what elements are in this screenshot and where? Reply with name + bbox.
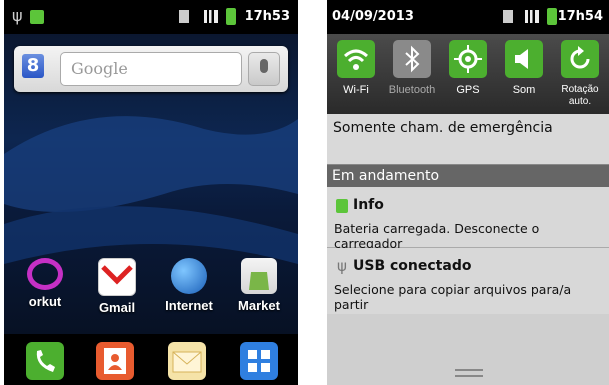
signal-icon bbox=[525, 10, 539, 23]
app-market[interactable]: Market bbox=[224, 258, 294, 313]
search-placeholder: Google bbox=[71, 59, 128, 78]
emergency-only-banner: Somente cham. de emergência bbox=[327, 114, 609, 164]
status-bar: 04/09/2013 17h54 bbox=[327, 0, 609, 34]
notification-title: USB conectado bbox=[353, 258, 472, 274]
drag-handle[interactable] bbox=[455, 369, 483, 377]
toggle-label: Bluetooth bbox=[388, 84, 436, 96]
status-time: 17h54 bbox=[557, 9, 603, 24]
sound-icon bbox=[505, 40, 543, 78]
notification-text: Selecione para copiar arquivos para/a pa… bbox=[334, 282, 572, 312]
dock bbox=[4, 334, 298, 385]
status-time: 17h53 bbox=[244, 9, 290, 24]
signal-icon bbox=[204, 10, 218, 23]
quick-toggles: Wi-Fi Bluetooth GPS Som Rotação auto. bbox=[327, 34, 609, 114]
toggle-bluetooth[interactable]: Bluetooth bbox=[385, 40, 439, 112]
messaging-app-icon[interactable] bbox=[168, 342, 206, 380]
app-label: Market bbox=[238, 298, 280, 313]
google-logo-icon[interactable]: 8 bbox=[22, 54, 44, 78]
notification-info[interactable]: Info Bateria carregada. Desconecte o car… bbox=[327, 187, 609, 251]
bluetooth-icon bbox=[393, 40, 431, 78]
home-screen: ψ 17h53 8 Google orkut Gmail Internet Ma… bbox=[4, 0, 298, 385]
orkut-icon bbox=[27, 258, 63, 290]
notification-title: Info bbox=[353, 197, 384, 213]
section-title: Em andamento bbox=[332, 168, 440, 184]
globe-icon bbox=[171, 258, 207, 294]
app-internet[interactable]: Internet bbox=[154, 258, 224, 313]
search-input[interactable]: Google bbox=[60, 52, 242, 86]
battery-icon bbox=[226, 8, 236, 25]
sd-card-icon bbox=[503, 10, 513, 23]
battery-icon bbox=[547, 8, 557, 25]
microphone-icon bbox=[260, 59, 268, 73]
toggle-label: GPS bbox=[456, 84, 480, 96]
toggle-gps[interactable]: GPS bbox=[441, 40, 495, 112]
battery-charged-icon bbox=[336, 199, 348, 213]
toggle-rotation[interactable]: Rotação auto. bbox=[553, 40, 607, 112]
wifi-icon bbox=[337, 40, 375, 78]
battery-charged-icon bbox=[30, 10, 44, 24]
app-label: orkut bbox=[28, 294, 62, 309]
contacts-app-icon[interactable] bbox=[96, 342, 134, 380]
emergency-text: Somente cham. de emergência bbox=[333, 120, 553, 136]
app-label: Internet bbox=[165, 298, 213, 313]
toggle-label: Som bbox=[512, 84, 536, 96]
toggle-sound[interactable]: Som bbox=[497, 40, 551, 112]
google-search-widget[interactable]: 8 Google bbox=[14, 46, 288, 92]
toggle-label: Rotação auto. bbox=[561, 84, 599, 107]
rotation-icon bbox=[561, 40, 599, 78]
status-date: 04/09/2013 bbox=[332, 9, 414, 24]
gps-icon bbox=[449, 40, 487, 78]
usb-icon: ψ bbox=[337, 257, 347, 275]
market-icon bbox=[241, 258, 277, 294]
status-bar: ψ 17h53 bbox=[4, 0, 298, 34]
toggle-wifi[interactable]: Wi-Fi bbox=[329, 40, 383, 112]
usb-icon: ψ bbox=[12, 6, 23, 25]
notification-panel: 04/09/2013 17h54 Wi-Fi Bluetooth GPS Som… bbox=[327, 0, 609, 385]
app-gmail[interactable]: Gmail bbox=[82, 258, 152, 315]
phone-app-icon[interactable] bbox=[26, 342, 64, 380]
voice-search-button[interactable] bbox=[248, 52, 280, 86]
gmail-icon bbox=[98, 258, 136, 296]
ongoing-section-header: Em andamento bbox=[327, 164, 609, 187]
app-label: Gmail bbox=[98, 300, 136, 315]
sd-card-icon bbox=[179, 10, 189, 23]
notification-text: Bateria carregada. Desconecte o carregad… bbox=[334, 221, 540, 251]
notification-usb[interactable]: ψ USB conectado Selecione para copiar ar… bbox=[327, 248, 609, 315]
app-drawer-icon[interactable] bbox=[240, 342, 278, 380]
toggle-label: Wi-Fi bbox=[343, 84, 369, 96]
panel-empty-area bbox=[327, 314, 609, 385]
app-orkut[interactable]: orkut bbox=[10, 258, 80, 309]
